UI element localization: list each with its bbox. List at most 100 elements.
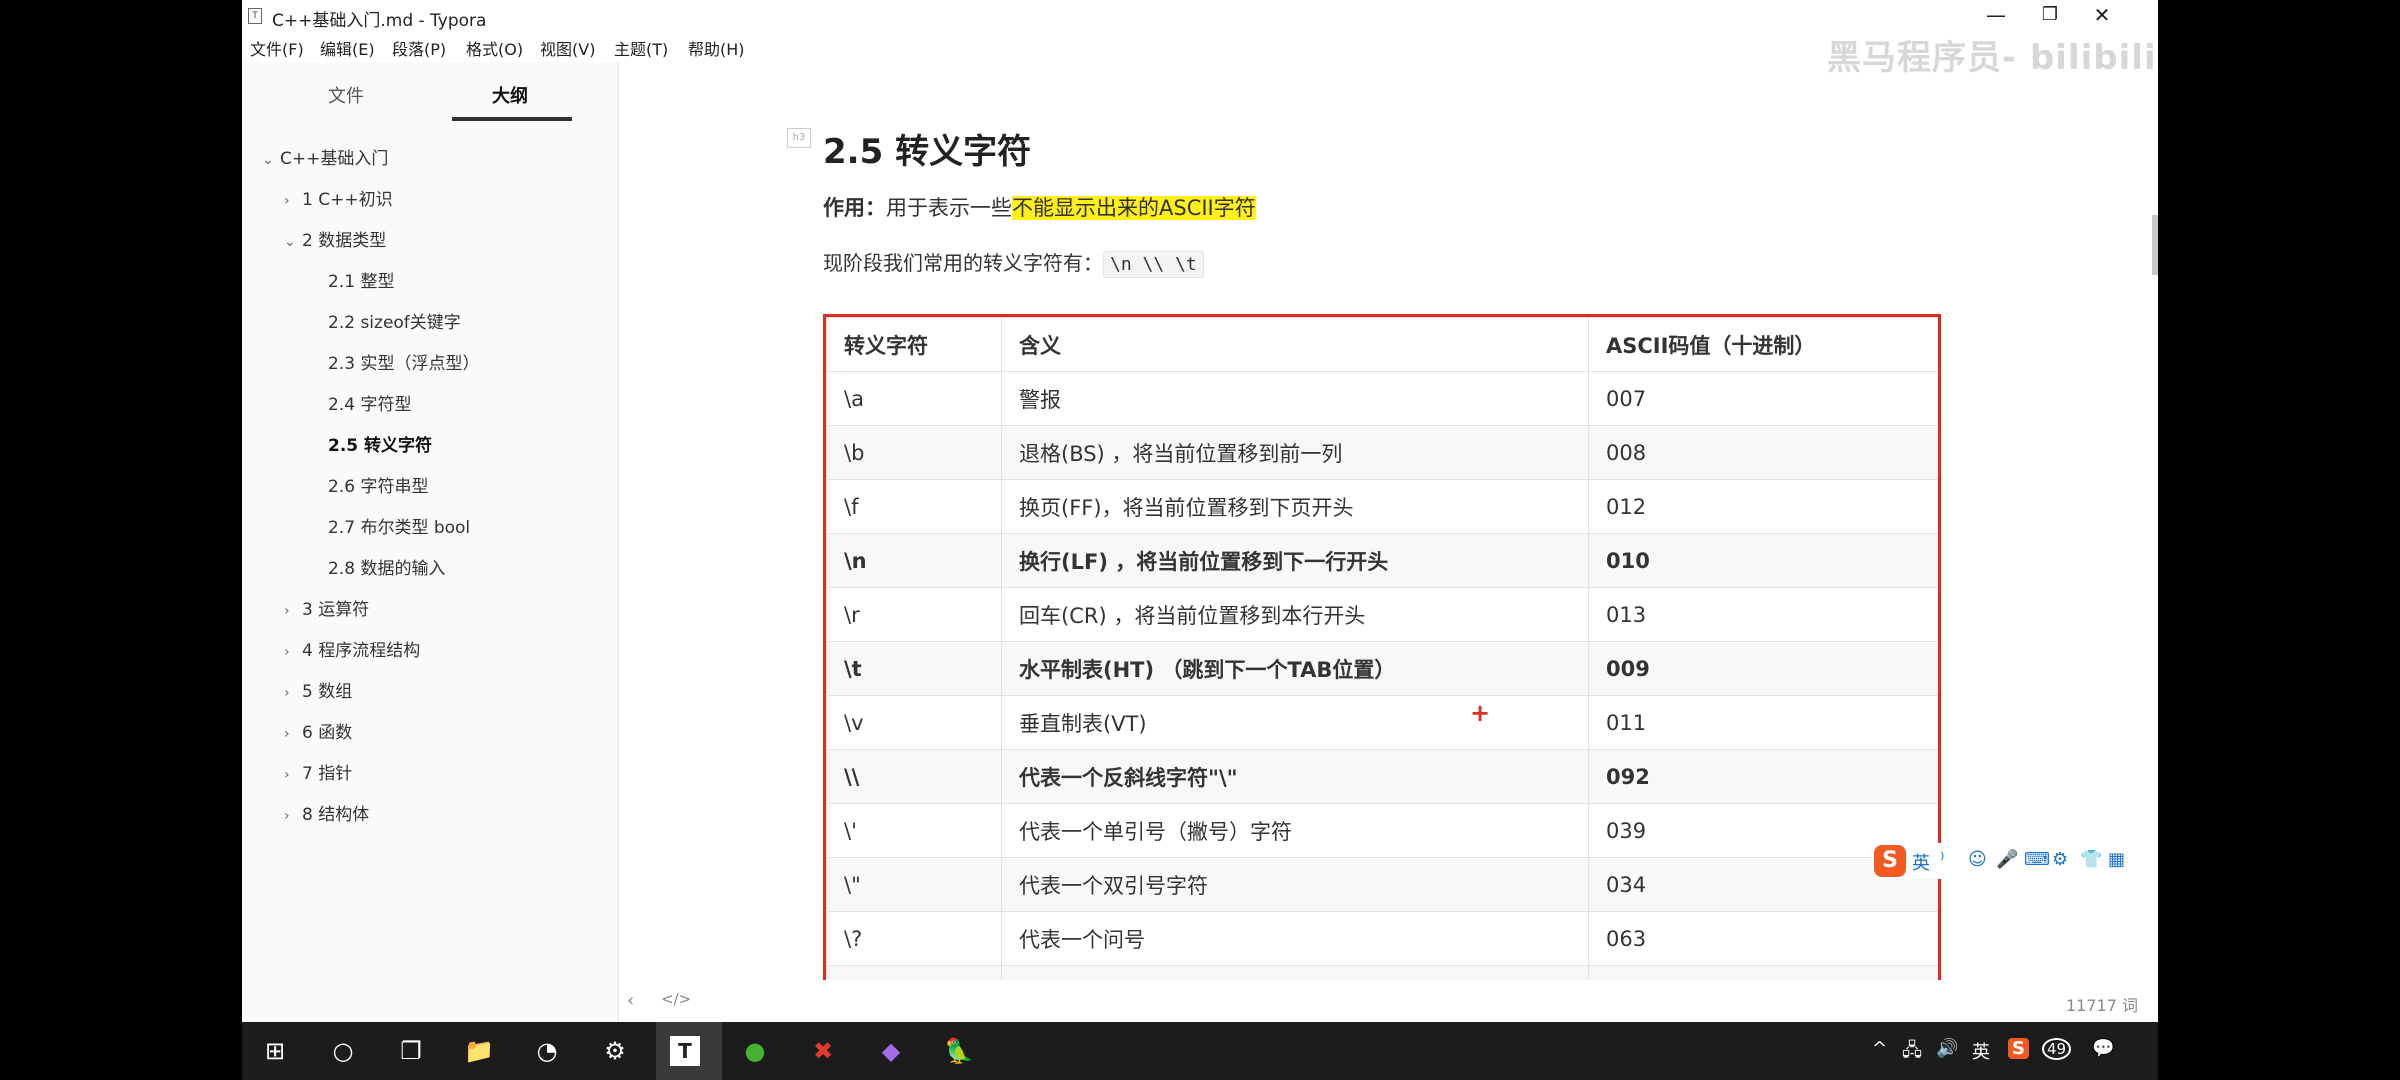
sogou-ime-icon[interactable]: S	[1874, 845, 1906, 877]
ime-tools-icon[interactable]: ⚙	[2052, 849, 2068, 870]
volume-icon[interactable]: 🔊	[1936, 1038, 1958, 1059]
outline-item[interactable]: › 1 C++初识	[284, 185, 393, 210]
ime-language[interactable]: 英	[1912, 849, 1930, 875]
table-cell[interactable]: 063	[1588, 911, 1938, 966]
table-cell[interactable]: 水平制表(HT) （跳到下一个TAB位置）	[1001, 641, 1589, 696]
outline-item[interactable]: ⌄ 2 数据类型	[284, 226, 386, 251]
table-cell[interactable]: 代表一个问号	[1001, 911, 1589, 966]
table-header[interactable]: 转义字符	[826, 317, 1002, 372]
tab-files[interactable]: 文件	[328, 82, 364, 108]
outline-item[interactable]: 2.7 布尔类型 bool	[328, 513, 470, 538]
word-count[interactable]: 11717 词	[2066, 992, 2138, 1016]
table-cell[interactable]: 换页(FF)，将当前位置移到下页开头	[1001, 479, 1589, 534]
xmind-icon[interactable]: ✖	[804, 1032, 842, 1070]
restore-button[interactable]: ❐	[2020, 0, 2080, 32]
table-cell[interactable]: 007	[1588, 371, 1938, 426]
menu-format[interactable]: 格式(O)	[466, 36, 523, 60]
table-cell[interactable]: 092	[1588, 749, 1938, 804]
outline-item[interactable]: 2.6 字符串型	[328, 472, 428, 497]
typora-taskbar-icon[interactable]: T	[670, 1036, 700, 1066]
menu-theme[interactable]: 主题(T)	[614, 36, 668, 60]
network-icon[interactable]: 🖧	[1902, 1038, 1922, 1068]
menu-view[interactable]: 视图(V)	[540, 36, 595, 60]
ime-voice-icon[interactable]: 🎤	[1996, 849, 2018, 870]
app-icon[interactable]: ●	[736, 1032, 774, 1070]
outline-item-active[interactable]: 2.5 转义字符	[328, 431, 432, 456]
file-explorer-icon[interactable]: 📁	[460, 1032, 498, 1070]
start-icon[interactable]: ⊞	[256, 1032, 294, 1070]
app-icon[interactable]: 🦜	[940, 1032, 978, 1070]
table-cell[interactable]: 代表一个双引号字符	[1001, 857, 1589, 912]
outline-item[interactable]: 2.1 整型	[328, 267, 394, 292]
table-cell[interactable]: \v	[826, 695, 1002, 750]
menu-help[interactable]: 帮助(H)	[688, 36, 745, 60]
purpose-paragraph[interactable]: 作用：用于表示一些不能显示出来的ASCII字符	[823, 192, 1256, 222]
table-cell[interactable]: 换行(LF) ，将当前位置移到下一行开头	[1001, 533, 1589, 588]
table-cell[interactable]: 退格(BS) ，将当前位置移到前一列	[1001, 425, 1589, 480]
tray-chevron-icon[interactable]: ^	[1872, 1038, 1887, 1059]
table-cell[interactable]: \"	[826, 857, 1002, 912]
table-cell[interactable]: \r	[826, 587, 1002, 642]
table-cell[interactable]: 012	[1588, 479, 1938, 534]
tab-outline[interactable]: 大纲	[492, 82, 528, 108]
chevron-right-icon: ›	[284, 193, 290, 209]
outline-item[interactable]: › 4 程序流程结构	[284, 636, 420, 661]
input-language[interactable]: 英	[1972, 1038, 1990, 1064]
table-cell[interactable]: 008	[1588, 425, 1938, 480]
app-icon[interactable]: ⚙	[596, 1032, 634, 1070]
notification-count[interactable]: 49	[2042, 1038, 2072, 1060]
table-cell[interactable]: 警报	[1001, 371, 1589, 426]
section-heading[interactable]: 2.5 转义字符	[823, 124, 1031, 173]
table-cell[interactable]: 009	[1588, 641, 1938, 696]
menu-paragraph[interactable]: 段落(P)	[392, 36, 446, 60]
table-cell[interactable]: 代表一个单引号（撇号）字符	[1001, 803, 1589, 858]
ime-emoji-icon[interactable]: ☺	[1968, 849, 1987, 870]
table-cell[interactable]: 011	[1588, 695, 1938, 750]
menu-edit[interactable]: 编辑(E)	[320, 36, 375, 60]
source-mode-button[interactable]: </>	[661, 990, 691, 1008]
search-icon[interactable]: ○	[324, 1032, 362, 1070]
outline-item[interactable]: ⌄ C++基础入门	[262, 144, 388, 169]
outline-item[interactable]: › 3 运算符	[284, 595, 369, 620]
visual-studio-icon[interactable]: ◆	[872, 1032, 910, 1070]
outline-item[interactable]: 2.3 实型（浮点型）	[328, 349, 479, 374]
table-cell[interactable]: \t	[826, 641, 1002, 696]
table-header[interactable]: 含义	[1001, 317, 1589, 372]
table-cell[interactable]: 垂直制表(VT)	[1001, 695, 1589, 750]
table-cell[interactable]: \f	[826, 479, 1002, 534]
task-view-icon[interactable]: ❐	[392, 1032, 430, 1070]
table-cell[interactable]: \b	[826, 425, 1002, 480]
table-cell[interactable]: \n	[826, 533, 1002, 588]
table-cell[interactable]: \\	[826, 749, 1002, 804]
outline-item[interactable]: › 7 指针	[284, 759, 352, 784]
outline-item[interactable]: 2.8 数据的输入	[328, 554, 445, 579]
menu-file[interactable]: 文件(F)	[250, 36, 304, 60]
outline-item[interactable]: › 6 函数	[284, 718, 352, 743]
ime-punctuation-icon[interactable]: ⁾	[1940, 849, 1944, 870]
table-cell[interactable]: 代表一个反斜线字符"\"	[1001, 749, 1589, 804]
outline-item[interactable]: 2.4 字符型	[328, 390, 411, 415]
table-cell[interactable]: 010	[1588, 533, 1938, 588]
ime-skin-icon[interactable]: 👕	[2080, 849, 2102, 870]
table-cell[interactable]: 回车(CR) ，将当前位置移到本行开头	[1001, 587, 1589, 642]
close-button[interactable]: ✕	[2072, 0, 2132, 32]
outline-item[interactable]: 2.2 sizeof关键字	[328, 308, 461, 333]
table-header[interactable]: ASCII码值（十进制）	[1588, 317, 1938, 372]
sogou-tray-icon[interactable]: S	[2008, 1038, 2029, 1059]
ime-keyboard-icon[interactable]: ⌨	[2024, 849, 2050, 870]
action-center-icon[interactable]: 💬	[2092, 1038, 2114, 1059]
browser-icon[interactable]: ◔	[528, 1032, 566, 1070]
table-row: \\ 代表一个反斜线字符"\" 092	[826, 749, 1938, 804]
outline-item[interactable]: › 8 结构体	[284, 800, 369, 825]
toggle-sidebar-button[interactable]: ‹	[627, 990, 634, 1011]
scrollbar-thumb[interactable]	[2152, 215, 2158, 275]
table-cell[interactable]: \'	[826, 803, 1002, 858]
outline-item[interactable]: › 5 数组	[284, 677, 352, 702]
table-cell[interactable]: \a	[826, 371, 1002, 426]
escape-table[interactable]: 转义字符 含义 ASCII码值（十进制） \a 警报 007 \b 退格(BS)…	[826, 317, 1938, 980]
escapes-paragraph[interactable]: 现阶段我们常用的转义字符有： \n \\ \t	[823, 247, 1204, 278]
table-cell[interactable]: \?	[826, 911, 1002, 966]
table-cell[interactable]: 013	[1588, 587, 1938, 642]
ime-menu-icon[interactable]: ▦	[2108, 849, 2125, 870]
minimize-button[interactable]: —	[1966, 0, 2026, 32]
